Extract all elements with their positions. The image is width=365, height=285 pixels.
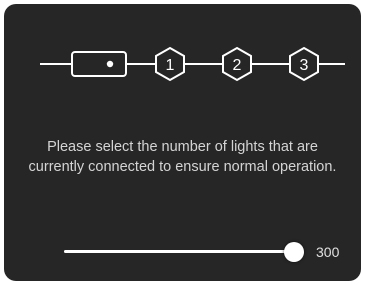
step-one-label: 1	[166, 57, 175, 74]
step-two-label: 2	[233, 57, 242, 74]
step-one-option[interactable]: 1	[155, 46, 185, 82]
instruction-text: Please select the number of lights that …	[28, 139, 337, 175]
slider-thumb[interactable]	[284, 242, 304, 262]
step-none-option[interactable]	[71, 51, 127, 77]
selected-indicator-dot	[106, 60, 114, 68]
step-three-option[interactable]: 3	[289, 46, 319, 82]
light-count-selector: 1 2 3	[40, 46, 345, 82]
slider-fill	[64, 250, 294, 253]
step-two-option[interactable]: 2	[222, 46, 252, 82]
slider-value: 300	[316, 244, 340, 260]
light-count-panel: 1 2 3 Please select the number of lights…	[4, 4, 361, 281]
step-three-label: 3	[300, 57, 309, 74]
value-slider[interactable]	[64, 242, 304, 262]
